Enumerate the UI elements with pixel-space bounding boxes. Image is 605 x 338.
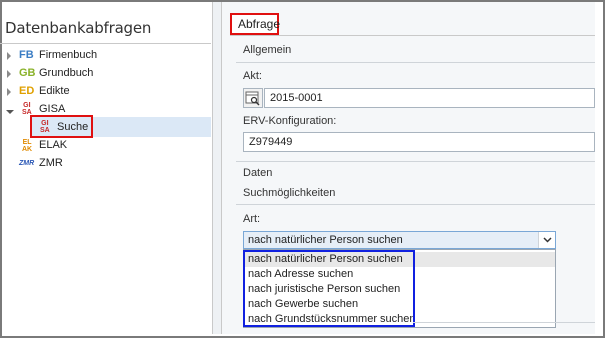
right-panel-edge — [595, 2, 603, 334]
erv-konfiguration-label: ERV-Konfiguration: — [243, 115, 337, 127]
expand-arrow-icon[interactable] — [7, 52, 11, 60]
section-divider — [236, 62, 595, 63]
tree-item-grundbuch[interactable]: GB Grundbuch — [6, 65, 186, 82]
tree-item-label: Firmenbuch — [39, 49, 98, 61]
tree-item-label: ZMR — [39, 157, 63, 169]
art-select-value: nach natürlicher Person suchen — [248, 234, 403, 246]
tree-item-label: ELAK — [39, 139, 68, 151]
section-allgemein-label: Allgemein — [243, 44, 292, 56]
tree-item-edikte[interactable]: ED Edikte — [6, 83, 186, 100]
art-label: Art: — [243, 213, 261, 225]
tab-underline — [230, 35, 595, 36]
panel-splitter[interactable] — [213, 2, 222, 334]
expand-arrow-icon[interactable] — [7, 88, 11, 96]
akt-lookup-button[interactable] — [243, 88, 263, 108]
akt-field[interactable]: 2015-0001 — [264, 88, 595, 108]
zmr-icon: ZMR — [19, 160, 35, 167]
edikte-icon: ED — [19, 85, 35, 97]
tree-item-zmr[interactable]: ZMR ZMR — [6, 155, 186, 172]
suche-highlight-frame — [30, 115, 93, 138]
chevron-down-icon[interactable] — [538, 232, 555, 248]
firmenbuch-icon: FB — [19, 49, 34, 61]
erv-konfiguration-field[interactable]: Z979449 — [243, 132, 595, 152]
grundbuch-icon: GB — [19, 67, 36, 79]
gisa-icon: GI SA — [22, 102, 32, 116]
elak-icon: EL AK — [22, 139, 33, 153]
lookup-icon — [245, 91, 260, 106]
expand-arrow-icon[interactable] — [7, 70, 11, 78]
akt-label: Akt: — [243, 70, 262, 82]
tree-item-label: Edikte — [39, 85, 70, 97]
art-select[interactable]: nach natürlicher Person suchen — [243, 231, 556, 249]
tree-item-firmenbuch[interactable]: FB Firmenbuch — [6, 47, 186, 64]
section-divider — [236, 161, 595, 162]
section-daten-label: Daten — [243, 167, 273, 179]
left-panel-divider — [0, 43, 211, 44]
tree-item-label: Grundbuch — [39, 67, 94, 79]
tree-item-elak[interactable]: EL AK ELAK — [6, 137, 186, 154]
tab-abfrage[interactable]: Abfrage — [230, 13, 280, 35]
left-panel-title: Datenbankabfragen — [5, 19, 152, 37]
section-divider — [413, 322, 595, 323]
collapse-arrow-icon[interactable] — [6, 110, 14, 114]
suchmoeglichkeiten-label: Suchmöglichkeiten — [243, 187, 336, 199]
options-highlight-frame — [243, 250, 415, 327]
section-divider — [236, 204, 595, 205]
